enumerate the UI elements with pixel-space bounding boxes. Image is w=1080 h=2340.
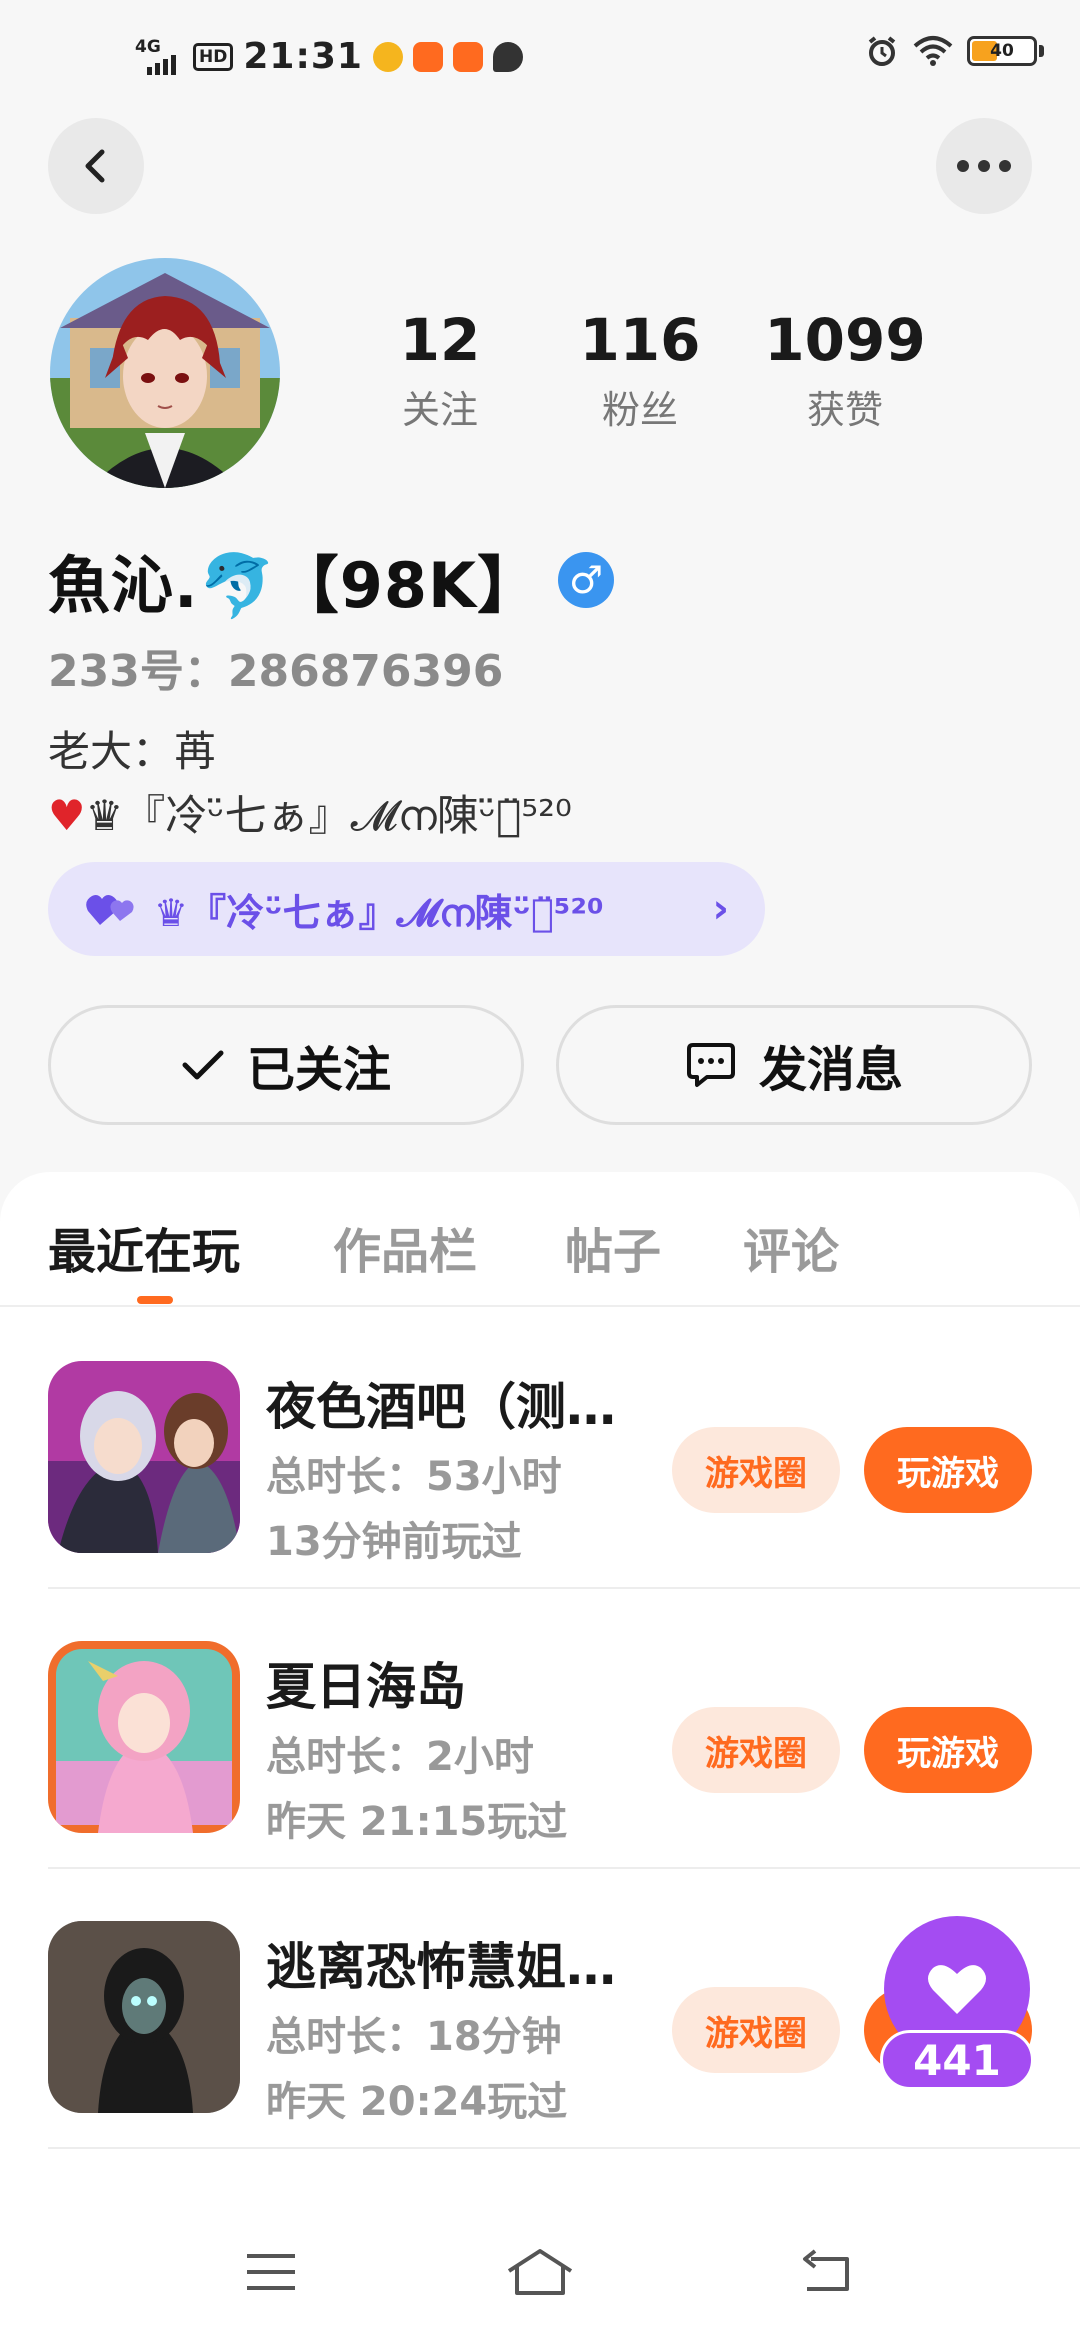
game-circle-button[interactable]: 游戏圈 [672,1987,840,2073]
game-circle-button[interactable]: 游戏圈 [672,1427,840,1513]
bio-text: ♛『冷ᵕ̈七ぁ』𝓜ന陳ᵕ̈ႁ̈⁵²⁰ [85,791,572,840]
check-icon [182,1050,224,1080]
followers-count: 116 [579,306,701,374]
tab-posts[interactable]: 帖子 [565,1212,661,1282]
notification-app-icon [412,41,443,72]
send-message-label: 发消息 [758,1042,903,1098]
username: 魚沁.🐬【98K】 [48,549,541,622]
username-row: 魚沁.🐬【98K】 ♂ [48,535,615,625]
play-game-button[interactable]: 玩游戏 [864,1427,1032,1513]
play-game-button[interactable]: 玩游戏 [864,1707,1032,1793]
game-title: 逃离恐怖慧姐… [266,1938,616,1996]
likes-label: 获赞 [806,388,883,432]
tab-bar: 最近在玩 作品栏 帖子 评论 [0,1172,1080,1307]
heart-icon [928,1965,986,2014]
following-stat[interactable]: 12 关注 [340,305,540,434]
following-count: 12 [399,306,481,374]
game-playtime: 总时长：53小时 [266,1454,562,1500]
following-label: 关注 [401,388,478,432]
menu-icon[interactable] [236,2242,306,2302]
system-nav-bar [0,2210,1080,2340]
cp-relation-tag[interactable]: ♛『冷ᵕ̈七ぁ』𝓜ന陳ᵕ̈ႁ̈⁵²⁰ › [48,862,765,956]
profile-stats: 12 关注 116 粉丝 1099 获赞 [340,305,980,445]
more-button[interactable] [936,118,1032,214]
game-list-item[interactable]: 夏日海岛 总时长：2小时 昨天 21:15玩过 游戏圈 玩游戏 [48,1589,1080,1869]
status-bar: 4G HD 21:31 40 [0,0,1080,120]
game-playtime: 总时长：18分钟 [266,2014,562,2060]
back-arrow-icon [85,149,105,183]
network-type: 4G [135,36,161,57]
followers-label: 粉丝 [601,388,678,432]
content-sheet: 最近在玩 作品栏 帖子 评论 夜色酒吧（测… 总时长：53小时 13分钟前玩过 … [0,1172,1080,2340]
red-heart-icon: ♥ [48,791,86,840]
notification-app-icon [452,41,483,72]
game-icon[interactable] [48,1921,240,2113]
game-list-item[interactable]: 夜色酒吧（测… 总时长：53小时 13分钟前玩过 游戏圈 玩游戏 [48,1309,1080,1589]
battery-level: 40 [990,41,1014,61]
clock: 21:31 [243,36,363,77]
game-title: 夏日海岛 [266,1658,466,1716]
battery-icon: 40 [967,36,1037,66]
game-playtime: 总时长：2小时 [266,1734,534,1780]
game-icon[interactable] [48,1641,240,1833]
hd-indicator: HD [193,42,234,71]
game-title: 夜色酒吧（测… [266,1378,616,1436]
game-last-played: 13分钟前玩过 [266,1519,522,1565]
game-circle-button[interactable]: 游戏圈 [672,1707,840,1793]
tab-works[interactable]: 作品栏 [333,1212,477,1282]
game-icon[interactable] [48,1361,240,1553]
active-tab-indicator [137,1296,173,1304]
user-id[interactable]: 233号：286876396 [48,635,503,699]
like-count: 441 [880,2030,1034,2090]
back-button[interactable] [48,118,144,214]
back-icon[interactable] [790,2242,860,2302]
cp-tag-text: ♛『冷ᵕ̈七ぁ』𝓜ന陳ᵕ̈ႁ̈⁵²⁰ [154,890,604,935]
followed-button[interactable]: 已关注 [48,1005,524,1125]
chat-notification-icon [492,41,523,72]
send-message-button[interactable]: 发消息 [556,1005,1032,1125]
cell-signal-icon: 4G [135,37,183,77]
tab-recently-played[interactable]: 最近在玩 [48,1212,240,1282]
bio-line: 老大：苒 [48,727,217,776]
more-dots-icon [957,160,1011,172]
chevron-right-icon: › [712,886,729,932]
likes-stat[interactable]: 1099 获赞 [745,305,945,434]
avatar[interactable] [50,258,280,488]
tab-comments[interactable]: 评论 [743,1212,839,1282]
alarm-icon [868,36,896,66]
home-icon[interactable] [505,2242,575,2302]
linked-hearts-icon [86,895,134,925]
chat-bubble-icon [686,1043,735,1087]
bio-line: ♥♛『冷ᵕ̈七ぁ』𝓜ന陳ᵕ̈ႁ̈⁵²⁰ [48,782,572,843]
followed-label: 已关注 [246,1042,391,1098]
likes-count: 1099 [764,306,926,374]
game-last-played: 昨天 21:15玩过 [266,1799,568,1845]
floating-like-button[interactable]: 441 [880,1916,1040,2096]
game-last-played: 昨天 20:24玩过 [266,2079,568,2125]
notification-app-icon [372,41,403,72]
followers-stat[interactable]: 116 粉丝 [540,305,740,434]
gender-male-icon: ♂ [558,552,615,608]
wifi-icon [913,36,953,66]
